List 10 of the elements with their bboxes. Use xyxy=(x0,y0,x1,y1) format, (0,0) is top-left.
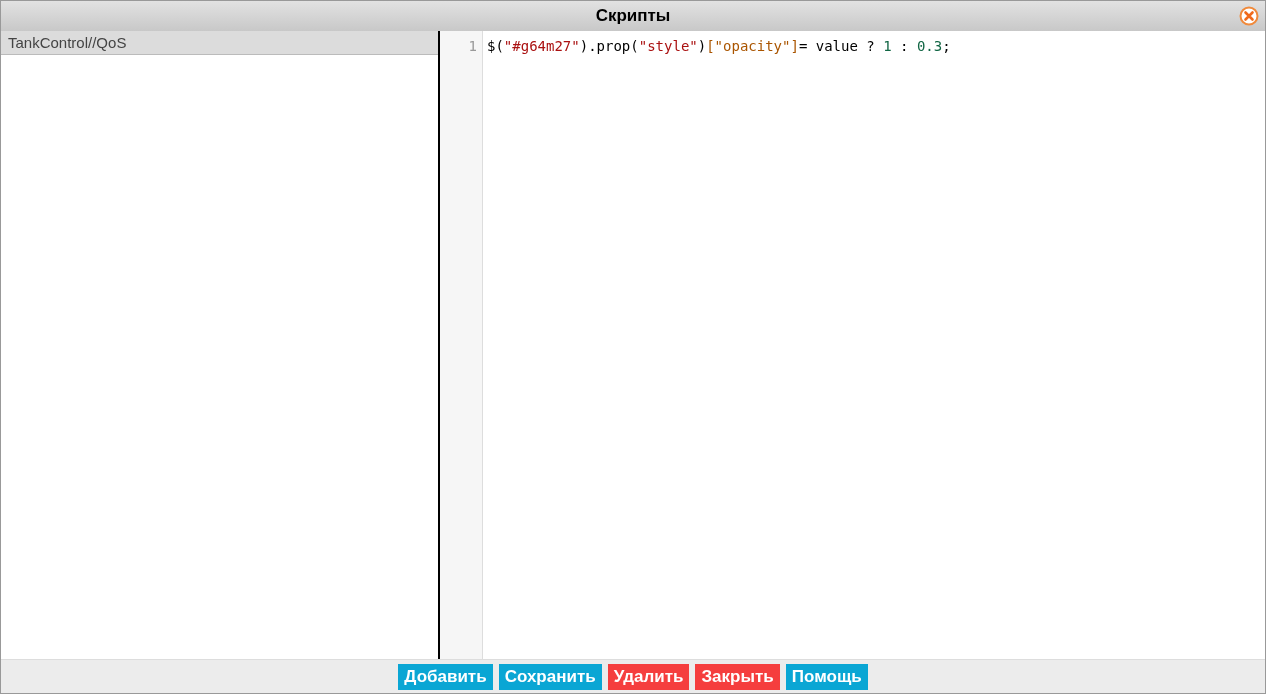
action-button[interactable]: Помощь xyxy=(785,663,868,690)
script-list-item[interactable]: TankControl//QoS xyxy=(1,31,438,55)
action-button[interactable]: Удалить xyxy=(607,663,690,690)
close-icon[interactable] xyxy=(1239,6,1259,26)
action-button[interactable]: Добавить xyxy=(398,663,493,690)
line-number: 1 xyxy=(467,37,478,56)
window-title: Скрипты xyxy=(595,6,671,26)
code-line: $("#g64m27").prop("style")["opacity"]= value ? 1 : 0.3; xyxy=(487,37,951,56)
action-button[interactable]: Закрыть xyxy=(695,663,780,690)
action-button[interactable]: Сохранить xyxy=(498,663,602,690)
